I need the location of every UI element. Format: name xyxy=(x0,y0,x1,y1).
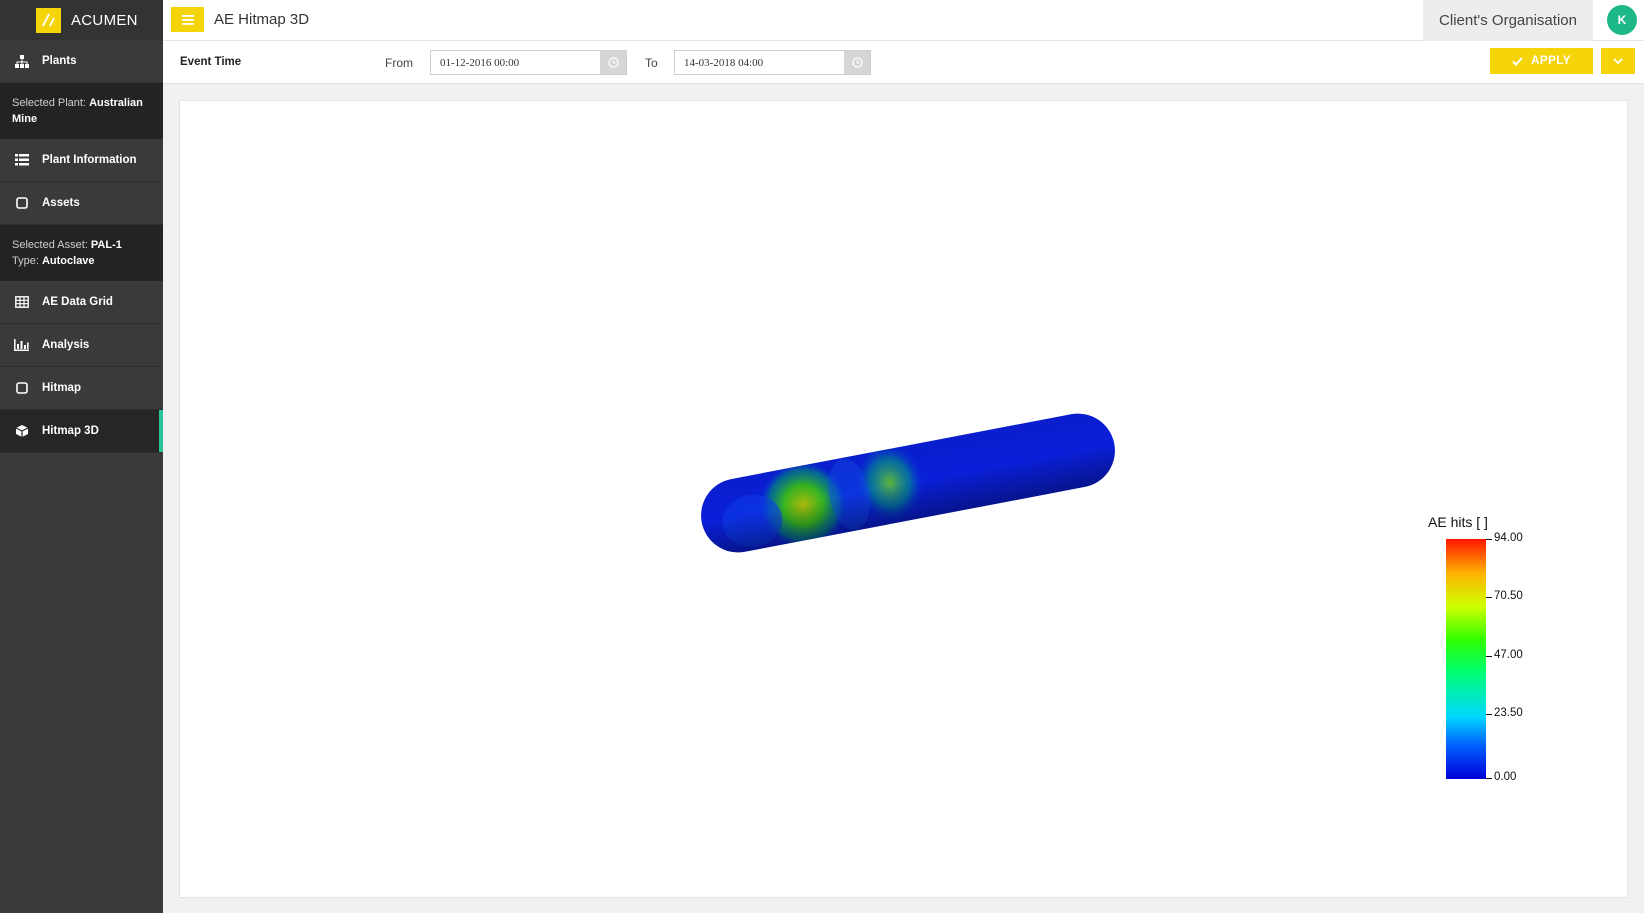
colorbar-tick xyxy=(1486,656,1492,657)
table-icon xyxy=(14,295,29,310)
sidebar-item-hitmap[interactable]: Hitmap xyxy=(0,367,163,410)
filter-bar: Event Time From To APPLY xyxy=(163,41,1644,84)
colorbar-tick xyxy=(1486,539,1492,540)
sidebar: ACUMEN Plants Selected Plant: Australian… xyxy=(0,0,163,913)
from-date-input[interactable] xyxy=(431,51,601,74)
sidebar-item-label: Assets xyxy=(42,197,80,209)
sidebar-item-assets[interactable]: Assets xyxy=(0,182,163,225)
to-date-picker xyxy=(674,50,871,75)
colorbar-tick xyxy=(1486,597,1492,598)
chevron-down-icon xyxy=(1613,58,1623,64)
selected-plant-info: Selected Plant: Australian Mine xyxy=(0,83,163,139)
apply-label: APPLY xyxy=(1531,55,1571,67)
hitmap-3d-viewer[interactable]: AE hits [ ] 94.00 70.50 47.00 23.50 0.00 xyxy=(179,100,1628,898)
top-header: AE Hitmap 3D Client's Organisation K xyxy=(163,0,1644,41)
sidebar-item-analysis[interactable]: Analysis xyxy=(0,324,163,367)
clock-icon[interactable] xyxy=(844,51,870,74)
avatar[interactable]: K xyxy=(1607,5,1637,35)
colorbar-label: 23.50 xyxy=(1494,707,1523,719)
square-icon xyxy=(14,196,29,211)
sidebar-item-label: Hitmap xyxy=(42,382,81,394)
apply-options-button[interactable] xyxy=(1601,48,1635,74)
from-label: From xyxy=(385,56,413,70)
selected-asset-info: Selected Asset: PAL-1 Type: Autoclave xyxy=(0,225,163,281)
cube-icon xyxy=(14,424,29,439)
hamburger-icon xyxy=(181,14,194,25)
menu-toggle-button[interactable] xyxy=(171,7,204,32)
sidebar-item-label: AE Data Grid xyxy=(42,296,113,308)
colorbar-tick xyxy=(1486,778,1492,779)
colorbar-label: 47.00 xyxy=(1494,649,1523,661)
sidebar-item-plants[interactable]: Plants xyxy=(0,40,163,83)
colorbar-title: AE hits [ ] xyxy=(1428,514,1488,530)
organisation-selector[interactable]: Client's Organisation xyxy=(1423,0,1593,41)
clock-icon[interactable] xyxy=(600,51,626,74)
event-time-label: Event Time xyxy=(180,56,242,68)
sitemap-icon xyxy=(14,54,29,69)
logo[interactable]: ACUMEN xyxy=(0,0,163,40)
sidebar-item-ae-data-grid[interactable]: AE Data Grid xyxy=(0,281,163,324)
sidebar-item-label: Plants xyxy=(42,55,77,67)
sidebar-item-label: Plant Information xyxy=(42,154,137,166)
sidebar-item-plant-information[interactable]: Plant Information xyxy=(0,139,163,182)
selected-asset-type: Autoclave xyxy=(41,255,95,267)
list-icon xyxy=(14,153,29,168)
from-date-picker xyxy=(430,50,627,75)
sidebar-item-label: Hitmap 3D xyxy=(42,425,99,437)
apply-button[interactable]: APPLY xyxy=(1490,48,1593,74)
colorbar-label: 70.50 xyxy=(1494,590,1523,602)
acumen-logo-icon xyxy=(36,7,61,33)
check-icon xyxy=(1512,56,1523,66)
page-title: AE Hitmap 3D xyxy=(214,11,310,28)
brand-name: ACUMEN xyxy=(71,11,138,29)
autoclave-3d-model[interactable] xyxy=(180,101,1629,899)
colorbar-label-min: 0.00 xyxy=(1494,771,1517,783)
colorbar-tick xyxy=(1486,714,1492,715)
sidebar-item-label: Analysis xyxy=(42,339,90,351)
bar-chart-icon xyxy=(14,338,29,353)
colorbar xyxy=(1446,539,1486,779)
square-icon xyxy=(14,381,29,396)
to-label: To xyxy=(645,56,658,70)
colorbar-label-max: 94.00 xyxy=(1494,532,1523,544)
to-date-input[interactable] xyxy=(675,51,845,74)
selected-asset-name: PAL-1 xyxy=(90,239,122,251)
sidebar-item-hitmap-3d[interactable]: Hitmap 3D xyxy=(0,410,163,453)
